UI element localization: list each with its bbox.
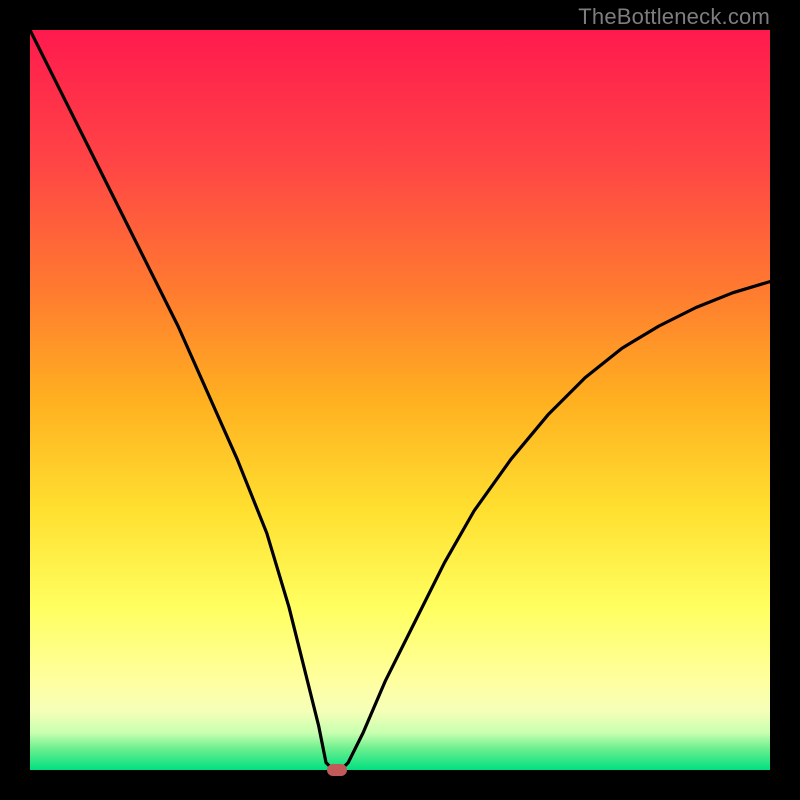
bottleneck-curve	[30, 30, 770, 770]
chart-frame: TheBottleneck.com	[0, 0, 800, 800]
optimal-point-marker	[327, 764, 347, 776]
plot-area	[30, 30, 770, 770]
watermark-text: TheBottleneck.com	[578, 4, 770, 30]
